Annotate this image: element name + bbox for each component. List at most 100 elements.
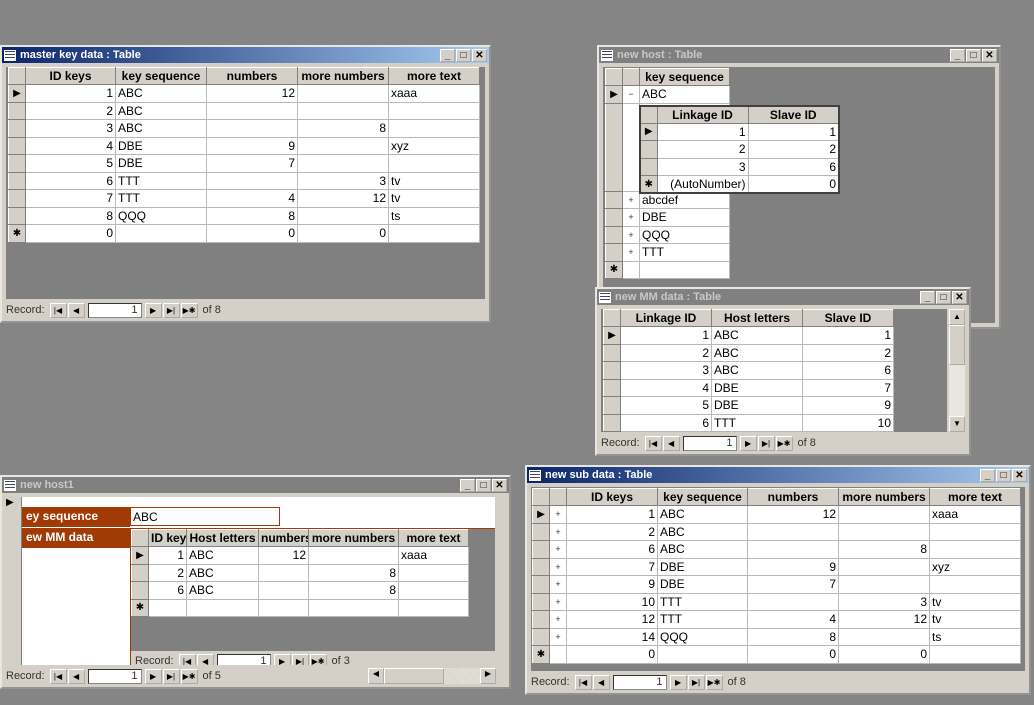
- cell[interactable]: 0: [25, 224, 116, 243]
- table-row[interactable]: +14 QQQ 8 ts: [532, 627, 1021, 646]
- new-record-icon[interactable]: ▶✱: [705, 674, 723, 690]
- expand-icon[interactable]: +: [622, 208, 640, 227]
- cell[interactable]: 12: [297, 189, 389, 208]
- table-row[interactable]: ▶ 1 ABC 12 xaaa: [8, 84, 480, 103]
- cell[interactable]: [206, 119, 298, 138]
- expand-icon[interactable]: [622, 260, 640, 279]
- table-row[interactable]: ▶ 1 1: [639, 122, 840, 141]
- table-row[interactable]: 2 ABC 2: [603, 343, 894, 362]
- cell[interactable]: [115, 224, 207, 243]
- cell[interactable]: TTT: [711, 413, 803, 432]
- row-selector[interactable]: [605, 208, 623, 227]
- first-record-icon[interactable]: |◀: [49, 668, 67, 684]
- select-all-corner[interactable]: [8, 67, 26, 85]
- table-row[interactable]: 5 DBE 7: [8, 154, 480, 173]
- cell[interactable]: 6: [802, 361, 894, 380]
- cell[interactable]: [398, 598, 469, 617]
- current-record-icon[interactable]: ▶: [131, 546, 149, 565]
- expand-icon[interactable]: −: [622, 85, 640, 104]
- cell[interactable]: [297, 84, 389, 103]
- table-row[interactable]: 3 ABC 8: [8, 119, 480, 138]
- select-all-corner[interactable]: [131, 529, 149, 547]
- cell[interactable]: [297, 154, 389, 173]
- column-header[interactable]: Host letters: [711, 309, 803, 327]
- close-button[interactable]: ✕: [492, 478, 507, 492]
- expand-icon[interactable]: +: [549, 592, 567, 611]
- next-record-icon[interactable]: ▶: [273, 653, 291, 665]
- last-record-icon[interactable]: ▶|: [162, 668, 180, 684]
- expand-icon[interactable]: +: [622, 243, 640, 262]
- cell[interactable]: ts: [929, 627, 1021, 646]
- first-record-icon[interactable]: |◀: [178, 653, 196, 665]
- title-bar[interactable]: new host1 _ □ ✕: [2, 477, 509, 493]
- cell[interactable]: 1: [148, 546, 187, 565]
- select-all-corner[interactable]: [605, 68, 623, 86]
- maximize-button[interactable]: □: [456, 48, 471, 62]
- table-row[interactable]: ▶ +1 ABC 12 xaaa: [532, 505, 1021, 524]
- next-record-icon[interactable]: ▶: [669, 674, 687, 690]
- cell[interactable]: xyz: [388, 136, 480, 155]
- cell[interactable]: ABC: [186, 563, 259, 582]
- previous-record-icon[interactable]: ◀: [67, 302, 85, 318]
- row-selector[interactable]: [8, 171, 26, 190]
- cell[interactable]: 0: [297, 224, 389, 243]
- cell[interactable]: tv: [929, 610, 1021, 629]
- cell[interactable]: [297, 136, 389, 155]
- previous-record-icon[interactable]: ◀: [67, 668, 85, 684]
- cell[interactable]: 3: [620, 361, 712, 380]
- column-header[interactable]: more text: [929, 488, 1021, 506]
- cell[interactable]: 2: [747, 140, 840, 159]
- last-record-icon[interactable]: ▶|: [687, 674, 705, 690]
- cell[interactable]: [838, 575, 930, 594]
- cell[interactable]: 12: [258, 546, 309, 565]
- minimize-button[interactable]: _: [950, 48, 965, 62]
- expand-icon[interactable]: +: [549, 522, 567, 541]
- new-record-icon[interactable]: ▶✱: [775, 435, 793, 451]
- column-header[interactable]: numbers: [206, 67, 298, 85]
- table-row[interactable]: 6 TTT 10: [603, 413, 894, 432]
- scroll-right-icon[interactable]: ▶: [480, 668, 496, 684]
- new-sub-data-window[interactable]: new sub data : Table _ □ ✕ ID keys key seque…: [525, 465, 1031, 695]
- cell[interactable]: [398, 563, 469, 582]
- cell[interactable]: ABC: [657, 540, 748, 559]
- column-header[interactable]: numbers: [747, 488, 839, 506]
- cell[interactable]: 0: [838, 645, 930, 664]
- cell[interactable]: DBE: [115, 154, 207, 173]
- scroll-thumb[interactable]: [949, 325, 965, 365]
- cell[interactable]: 0: [206, 224, 298, 243]
- expand-icon[interactable]: +: [549, 557, 567, 576]
- select-all-corner[interactable]: [532, 488, 550, 506]
- record-number-input[interactable]: 1: [87, 668, 142, 684]
- row-selector[interactable]: [532, 592, 550, 611]
- column-header[interactable]: key sequence: [115, 67, 207, 85]
- new-record-icon[interactable]: ✱: [605, 260, 623, 279]
- record-number-input[interactable]: 1: [682, 435, 737, 451]
- cell[interactable]: 0: [747, 645, 839, 664]
- record-selector[interactable]: ▶: [6, 497, 22, 665]
- cell[interactable]: [388, 224, 480, 243]
- title-bar[interactable]: new host : Table _ □ ✕: [599, 47, 999, 63]
- new-record-icon[interactable]: ✱: [532, 645, 550, 664]
- column-header[interactable]: more text: [398, 529, 469, 547]
- cell[interactable]: 7: [747, 575, 839, 594]
- cell[interactable]: ABC: [186, 546, 259, 565]
- select-all-corner[interactable]: [639, 105, 658, 124]
- cell[interactable]: 0: [566, 645, 658, 664]
- table-row[interactable]: ✱: [605, 260, 730, 279]
- table-row[interactable]: 22: [639, 140, 840, 159]
- title-bar[interactable]: new sub data : Table _ □ ✕: [527, 467, 1029, 483]
- cell[interactable]: [258, 563, 309, 582]
- cell[interactable]: [747, 522, 839, 541]
- cell[interactable]: 2: [566, 522, 658, 541]
- column-header[interactable]: numbers: [258, 529, 309, 547]
- cell[interactable]: 9: [566, 575, 658, 594]
- cell[interactable]: 4: [620, 378, 712, 397]
- cell[interactable]: 12: [838, 610, 930, 629]
- title-bar[interactable]: new MM data : Table _ □ ✕: [597, 289, 969, 305]
- cell[interactable]: TTT: [657, 610, 748, 629]
- cell[interactable]: DBE: [115, 136, 207, 155]
- column-header[interactable]: Slave ID: [802, 309, 894, 327]
- cell[interactable]: tv: [388, 189, 480, 208]
- cell[interactable]: 10: [802, 413, 894, 432]
- close-button[interactable]: ✕: [952, 290, 967, 304]
